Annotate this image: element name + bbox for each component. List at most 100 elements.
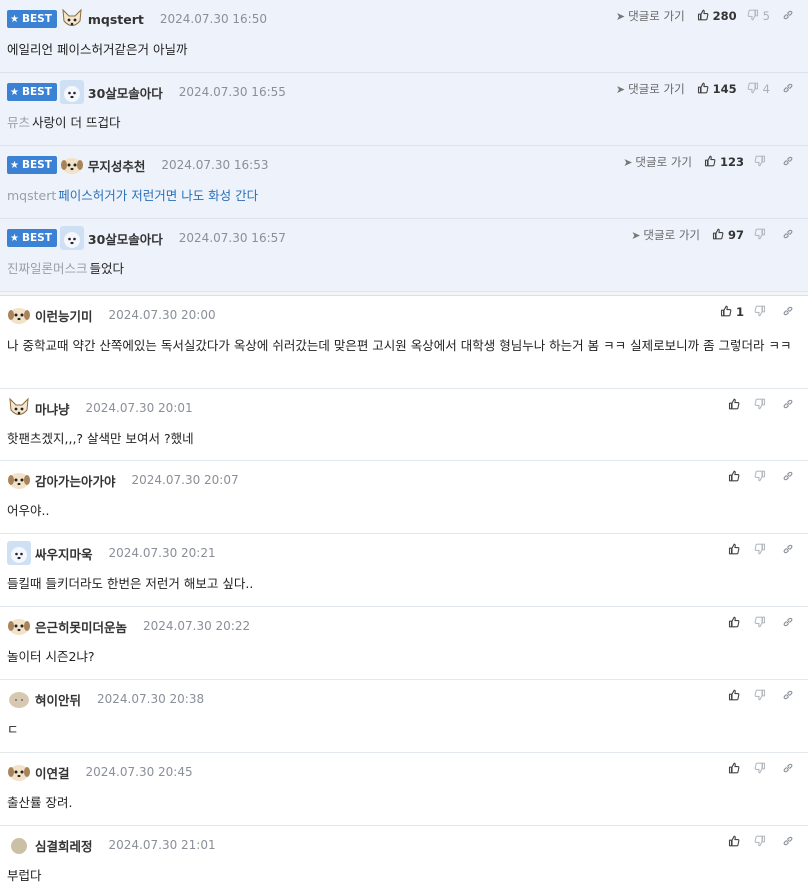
thumbs-up-icon xyxy=(728,398,744,413)
share-link-button[interactable] xyxy=(782,9,798,24)
mention-name[interactable]: 뮤츠 xyxy=(7,115,30,130)
puppy-face-icon[interactable] xyxy=(7,303,31,327)
dislike-button[interactable] xyxy=(754,305,770,320)
like-button[interactable]: 97 xyxy=(712,228,744,243)
author-name[interactable]: 혀이안뒤 xyxy=(35,690,81,709)
dislike-button[interactable] xyxy=(754,228,770,243)
thumbs-down-icon xyxy=(754,155,770,170)
best-label: BEST xyxy=(21,159,52,171)
thumbs-up-icon xyxy=(704,155,720,170)
dislike-button[interactable]: 5 xyxy=(747,9,770,24)
comment-row: 혀이안뒤 2024.07.30 20:38 ㄷ xyxy=(0,680,808,753)
comment-row: 이연걸 2024.07.30 20:45 출산률 장려. xyxy=(0,753,808,826)
share-link-button[interactable] xyxy=(782,305,798,320)
dislike-button[interactable] xyxy=(754,689,770,704)
dislike-button[interactable] xyxy=(754,616,770,631)
link-icon xyxy=(782,228,798,243)
author-name[interactable]: 싸우지마욱 xyxy=(35,544,93,563)
share-link-button[interactable] xyxy=(782,398,798,413)
thumbs-down-icon xyxy=(754,689,770,704)
comment-text: 어우야.. xyxy=(7,503,50,518)
author-name[interactable]: 감아가는아가야 xyxy=(35,471,116,490)
comment-date: 2024.07.30 21:01 xyxy=(108,838,216,852)
author-name[interactable]: 무지성추천 xyxy=(88,156,146,175)
star-icon: ★ xyxy=(10,86,19,98)
egg-face-icon[interactable] xyxy=(7,687,31,711)
dislike-button[interactable] xyxy=(754,835,770,850)
comment-date: 2024.07.30 16:50 xyxy=(159,12,267,26)
comment-actions: 1 xyxy=(720,302,798,322)
like-button[interactable] xyxy=(728,835,744,850)
like-button[interactable]: 280 xyxy=(697,9,737,24)
comment-header: ★ BEST 30살모솔아다 2024.07.30 16:55 xyxy=(7,79,286,105)
goto-comment-link[interactable]: ➤ 댓글로 가기 xyxy=(616,81,685,97)
comment-header: ★ BEST 30살모솔아다 2024.07.30 16:57 xyxy=(7,225,286,251)
author-name[interactable]: 마냐냥 xyxy=(35,399,70,418)
share-link-button[interactable] xyxy=(782,689,798,704)
dislike-button[interactable] xyxy=(754,762,770,777)
like-button[interactable] xyxy=(728,616,744,631)
dislike-button[interactable] xyxy=(754,470,770,485)
like-count: 123 xyxy=(719,155,744,169)
like-button[interactable]: 145 xyxy=(697,82,737,97)
puppy-face-icon[interactable] xyxy=(7,468,31,492)
author-name[interactable]: 이런능기미 xyxy=(35,306,93,325)
comment-text: 들킬때 들키더라도 한번은 저런거 해보고 싶다.. xyxy=(7,576,254,591)
link-icon xyxy=(782,155,798,170)
share-link-button[interactable] xyxy=(782,543,798,558)
white-dog-icon[interactable] xyxy=(59,80,84,104)
comment-date: 2024.07.30 20:22 xyxy=(143,619,251,633)
egg-dot-icon[interactable] xyxy=(7,833,31,857)
share-link-button[interactable] xyxy=(782,155,798,170)
share-link-button[interactable] xyxy=(782,762,798,777)
like-button[interactable]: 1 xyxy=(720,305,744,320)
mention-name[interactable]: 진짜일론머스크 xyxy=(7,261,88,276)
arrow-icon: ➤ xyxy=(623,155,633,169)
author-name[interactable]: 30살모솔아다 xyxy=(88,83,163,102)
puppy-face-icon[interactable] xyxy=(7,614,31,638)
author-name[interactable]: 은근히못미더운놈 xyxy=(35,617,127,636)
comment-actions: ➤ 댓글로 가기 97 xyxy=(631,225,798,245)
share-link-button[interactable] xyxy=(782,616,798,631)
comment-text: ㄷ xyxy=(7,722,19,737)
like-button[interactable] xyxy=(728,762,744,777)
share-link-button[interactable] xyxy=(782,835,798,850)
puppy-face-icon[interactable] xyxy=(60,153,84,177)
author-name[interactable]: mqstert xyxy=(88,12,144,27)
thumbs-down-icon xyxy=(754,398,770,413)
author-name[interactable]: 심결희레정 xyxy=(35,836,93,855)
author-name[interactable]: 30살모솔아다 xyxy=(88,229,163,248)
fox-face-icon[interactable] xyxy=(7,396,31,420)
like-button[interactable] xyxy=(728,543,744,558)
comment-date: 2024.07.30 20:38 xyxy=(97,692,205,706)
dislike-button[interactable] xyxy=(754,398,770,413)
like-button[interactable]: 123 xyxy=(704,155,744,170)
goto-comment-link[interactable]: ➤ 댓글로 가기 xyxy=(623,154,692,170)
puppy-face-icon[interactable] xyxy=(7,760,31,784)
dislike-button[interactable]: 4 xyxy=(747,82,770,97)
share-link-button[interactable] xyxy=(782,82,798,97)
like-button[interactable] xyxy=(728,470,744,485)
thumbs-down-icon xyxy=(754,228,770,243)
like-button[interactable] xyxy=(728,398,744,413)
fox-face-icon[interactable] xyxy=(60,7,84,31)
author-name[interactable]: 이연걸 xyxy=(35,763,70,782)
thumbs-down-icon xyxy=(754,543,770,558)
link-icon xyxy=(782,398,798,413)
comment-actions xyxy=(728,540,798,560)
comment-header: 감아가는아가야 2024.07.30 20:07 xyxy=(7,467,239,493)
like-button[interactable] xyxy=(728,689,744,704)
comment-body: 들었다 xyxy=(89,261,125,276)
white-dog-icon[interactable] xyxy=(7,541,31,565)
share-link-button[interactable] xyxy=(782,228,798,243)
comment-header: ★ BEST 무지성추천 2024.07.30 16:53 xyxy=(7,152,269,178)
mention-name[interactable]: mqstert xyxy=(7,188,56,203)
goto-comment-link[interactable]: ➤ 댓글로 가기 xyxy=(616,8,685,24)
dislike-button[interactable] xyxy=(754,155,770,170)
share-link-button[interactable] xyxy=(782,470,798,485)
dislike-button[interactable] xyxy=(754,543,770,558)
thumbs-up-icon xyxy=(728,543,744,558)
best-comment: ★ BEST 무지성추천 2024.07.30 16:53 ➤ 댓글로 가기 123 mqst… xyxy=(0,146,808,219)
goto-comment-link[interactable]: ➤ 댓글로 가기 xyxy=(631,227,700,243)
white-dog-icon[interactable] xyxy=(59,226,84,250)
